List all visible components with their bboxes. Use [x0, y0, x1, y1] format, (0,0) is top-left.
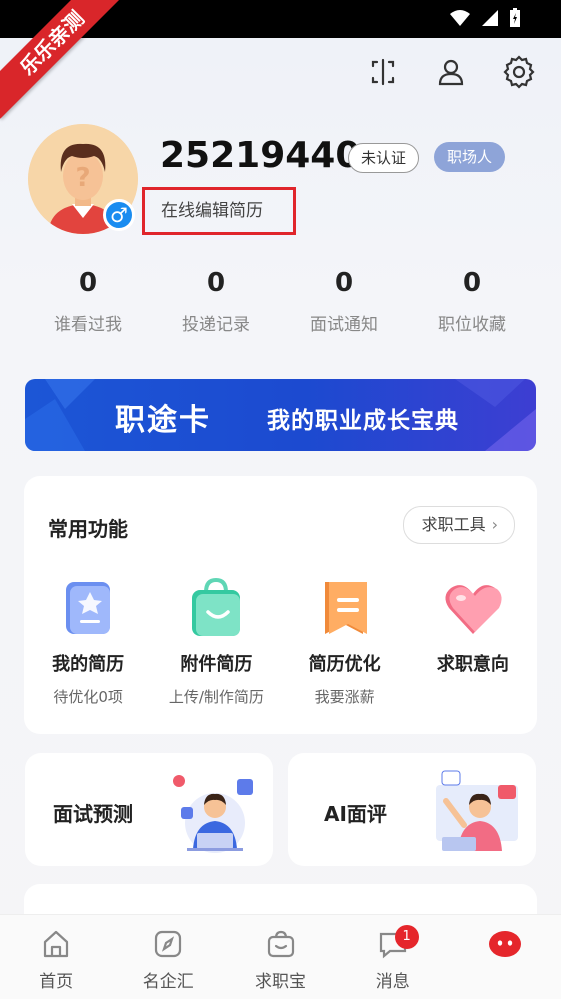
bag-icon — [263, 927, 299, 961]
tab-label: 求职宝 — [255, 972, 306, 992]
tab-label: 名企汇 — [142, 972, 194, 992]
banner-title: 职途卡 — [115, 403, 211, 438]
unverified-badge[interactable]: 未认证 — [348, 143, 420, 173]
func-label: 求职意向 — [436, 654, 509, 675]
banner-subtitle: 我的职业成长宝典 — [267, 408, 459, 434]
func-attachment-resume[interactable]: 附件简历 上传/制作简历 — [152, 576, 280, 707]
func-sublabel: 我要涨薪 — [314, 688, 375, 706]
func-label: 简历优化 — [308, 654, 381, 675]
stat-value: 0 — [462, 268, 482, 298]
card-title: 面试预测 — [53, 802, 133, 826]
tab-home[interactable]: 首页 — [0, 915, 112, 999]
edit-resume-link[interactable]: 在线编辑简历 — [142, 187, 296, 235]
func-job-intention[interactable]: 求职意向 — [409, 576, 537, 707]
tab-label: 消息 — [375, 972, 410, 992]
svg-text:?: ? — [75, 163, 90, 193]
compass-icon — [150, 927, 186, 961]
job-tools-label: 求职工具 — [421, 515, 486, 534]
func-label: 附件简历 — [180, 654, 253, 675]
stat-label: 职位收藏 — [438, 315, 506, 335]
stat-applications[interactable]: 0 投递记录 — [152, 268, 280, 335]
signal-icon — [482, 10, 498, 26]
job-tools-button[interactable]: 求职工具 › — [402, 506, 515, 544]
home-icon — [38, 927, 74, 961]
mascot-icon — [487, 927, 523, 961]
tab-job-treasure[interactable]: 求职宝 — [224, 915, 336, 999]
func-my-resume[interactable]: 我的简历 待优化0项 — [24, 576, 152, 707]
stat-label: 面试通知 — [310, 315, 378, 335]
func-label: 我的简历 — [52, 654, 125, 675]
section-title: 常用功能 — [48, 517, 128, 541]
stat-viewed-me[interactable]: 0 谁看过我 — [24, 268, 152, 335]
interview-prediction-card[interactable]: 面试预测 — [25, 753, 273, 866]
settings-gear-icon[interactable] — [501, 52, 537, 92]
card-title: AI面评 — [324, 802, 387, 826]
message-count-badge: 1 — [394, 925, 419, 949]
func-sublabel: 待优化0项 — [53, 688, 123, 706]
gender-male-icon: ♂ — [103, 199, 135, 231]
user-icon[interactable] — [433, 52, 469, 92]
common-functions-card: 常用功能 求职工具 › 我的简历 待优化0项 附件简历 上传/制作简历 简历优化… — [24, 476, 537, 734]
stat-value: 0 — [334, 268, 354, 298]
bottom-tab-bar: 首页 名企汇 求职宝 1 消息 — [0, 914, 561, 999]
resume-icon — [56, 576, 120, 640]
role-badge: 职场人 — [434, 142, 506, 172]
wifi-icon — [450, 10, 470, 26]
ai-review-card[interactable]: AI面评 — [288, 753, 536, 866]
user-id: 25219440 — [160, 135, 361, 176]
stat-value: 0 — [206, 268, 226, 298]
attachment-bag-icon — [184, 576, 248, 640]
stat-label: 谁看过我 — [54, 315, 122, 335]
stats-row: 0 谁看过我 0 投递记录 0 面试通知 0 职位收藏 — [24, 268, 536, 335]
bookmark-icon — [313, 576, 377, 640]
stat-interviews[interactable]: 0 面试通知 — [280, 268, 408, 335]
tab-me[interactable] — [449, 915, 561, 999]
career-card-banner[interactable]: 职途卡 我的职业成长宝典 — [25, 379, 536, 451]
func-sublabel: 上传/制作简历 — [168, 688, 264, 706]
tab-messages[interactable]: 1 消息 — [337, 915, 449, 999]
tab-label: 首页 — [39, 972, 74, 992]
stat-label: 投递记录 — [182, 315, 250, 335]
stat-value: 0 — [78, 268, 98, 298]
battery-icon — [510, 8, 520, 27]
tab-companies[interactable]: 名企汇 — [112, 915, 224, 999]
scan-icon[interactable] — [365, 52, 401, 92]
heart-icon — [441, 576, 505, 640]
stat-favorites[interactable]: 0 职位收藏 — [408, 268, 536, 335]
chevron-right-icon: › — [491, 515, 498, 534]
ai-review-illustration — [436, 770, 518, 851]
interview-illustration — [173, 775, 253, 853]
func-resume-optimize[interactable]: 简历优化 我要涨薪 — [281, 576, 409, 707]
